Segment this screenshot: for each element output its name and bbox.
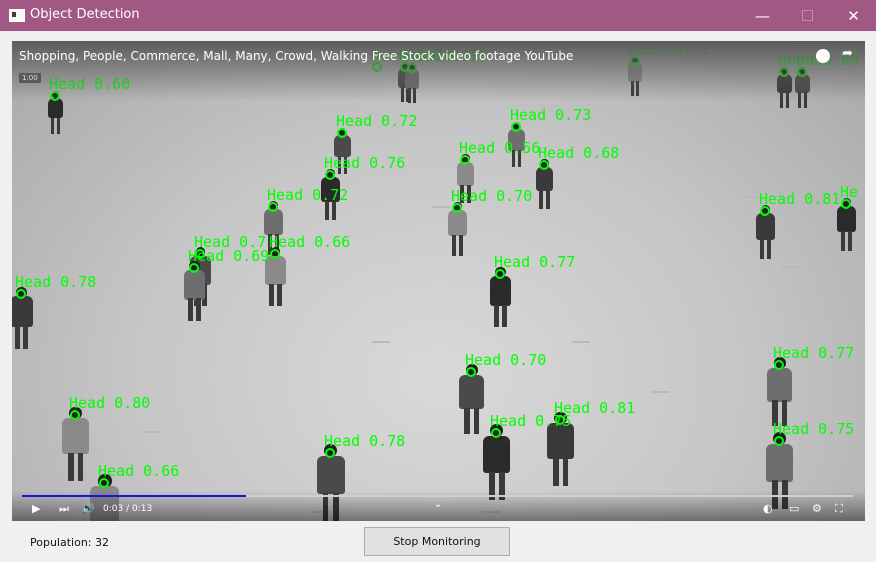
pedestrian-body [489,276,512,306]
detection-label: Head 0.66 [269,233,351,251]
pedestrian-body [765,443,794,482]
pedestrian-leg [545,190,550,209]
pedestrian-leg [188,298,193,321]
pedestrian-leg [562,458,569,487]
pedestrian-leg [451,235,456,256]
chevron-down-icon[interactable]: ⌄ [434,499,442,510]
floor-mark [782,266,800,268]
pedestrian-body [62,417,89,455]
detection-label: He [840,183,859,201]
population-count: Population: 32 [30,536,109,549]
detection-label: Head 0.75 [490,412,572,430]
play-icon[interactable]: ▶ [32,502,40,515]
pedestrian-body [316,455,345,495]
pedestrian-leg [494,304,499,328]
detection-label: Head 0.56 [459,139,541,157]
pedestrian-body [483,435,511,474]
pedestrian-body [447,210,468,237]
fullscreen-icon[interactable]: ⛶ [835,502,843,516]
close-button[interactable]: ✕ [831,0,876,31]
pedestrian-leg [15,325,20,350]
detection-label: Head 0.70 [465,351,547,369]
pedestrian-leg [539,190,544,209]
pedestrian-leg [767,238,772,259]
floor-mark [742,196,760,198]
title-bar: Object Detection — ☐ ✕ [0,0,876,31]
video-frame[interactable]: Head 0.78Head 0.65Head 0.70Head 0.71Head… [12,41,865,521]
detection-label: Head 0.77 [773,344,855,362]
detection-label: Head 0.73 [510,106,592,124]
autoplay-toggle-icon[interactable]: ◐ [763,502,773,515]
detection-label: Head 0.70 [451,187,533,205]
pedestrian-body [183,270,206,300]
pedestrian-leg [464,407,470,435]
pedestrian-body [456,161,475,186]
pedestrian-leg [269,283,274,306]
pedestrian-leg [552,458,559,487]
settings-gear-icon[interactable]: ⚙ [812,502,822,515]
detection-label: Head 0.75 [773,420,855,438]
floor-mark [142,431,160,433]
stop-monitoring-button[interactable]: Stop Monitoring [364,527,510,556]
detection-label: Head 0.72 [336,112,418,130]
pedestrian-leg [77,452,84,481]
pedestrian-leg [759,238,764,259]
watch-later-icon[interactable] [816,49,830,63]
detection-label: Head 0.81 [759,190,841,208]
pedestrian-leg [67,452,74,481]
pedestrian-body [459,374,485,409]
floor-mark [372,341,390,343]
time-display: 0:03 / 0:13 [103,504,153,514]
floor-mark [72,211,90,213]
pedestrian-body [755,213,776,240]
pedestrian-leg [277,283,282,306]
app-icon [9,9,25,22]
channel-badge: 1:00 [19,73,41,83]
pedestrian-body [12,296,33,327]
progress-bar[interactable] [22,495,853,497]
subtitles-icon[interactable]: ▭ [789,502,799,515]
detection-label: Head 0.72 [267,186,349,204]
detection-label: Head 0.77 [494,253,576,271]
detection-label: Head 0.66 [98,462,180,480]
detection-label: Head 0.80 [69,394,151,412]
detection-label: Head 0.78 [15,273,97,291]
pedestrian-leg [459,235,464,256]
pedestrian-body [263,209,284,236]
minimize-button[interactable]: — [740,0,785,31]
detection-label: Head 0.76 [324,154,406,172]
pedestrian-leg [56,117,60,134]
pedestrian-leg [502,304,507,328]
pedestrian-leg [840,231,845,252]
pedestrian-leg [196,298,201,321]
pedestrian-body [836,205,857,233]
pedestrian-leg [23,325,29,350]
pedestrian-leg [50,117,55,134]
window-title: Object Detection [30,7,140,22]
floor-mark [652,391,670,393]
pedestrian-leg [473,407,479,435]
volume-icon[interactable]: 🔊 [81,502,95,515]
share-icon[interactable]: ➦ [842,46,853,61]
pedestrian-leg [847,231,852,252]
pedestrian-body [767,367,793,402]
maximize-button: ☐ [800,6,815,25]
pedestrian-body [535,166,554,192]
detection-label: Head 0.68 [538,144,620,162]
detection-label: Head 0.78 [324,432,406,450]
floor-mark [432,206,450,208]
next-icon[interactable]: ⏭ [59,502,69,516]
progress-fill [22,495,247,497]
video-title[interactable]: Shopping, People, Commerce, Mall, Many, … [19,49,573,63]
detection-label: Head 0.69 [188,247,270,265]
floor-mark [572,341,590,343]
